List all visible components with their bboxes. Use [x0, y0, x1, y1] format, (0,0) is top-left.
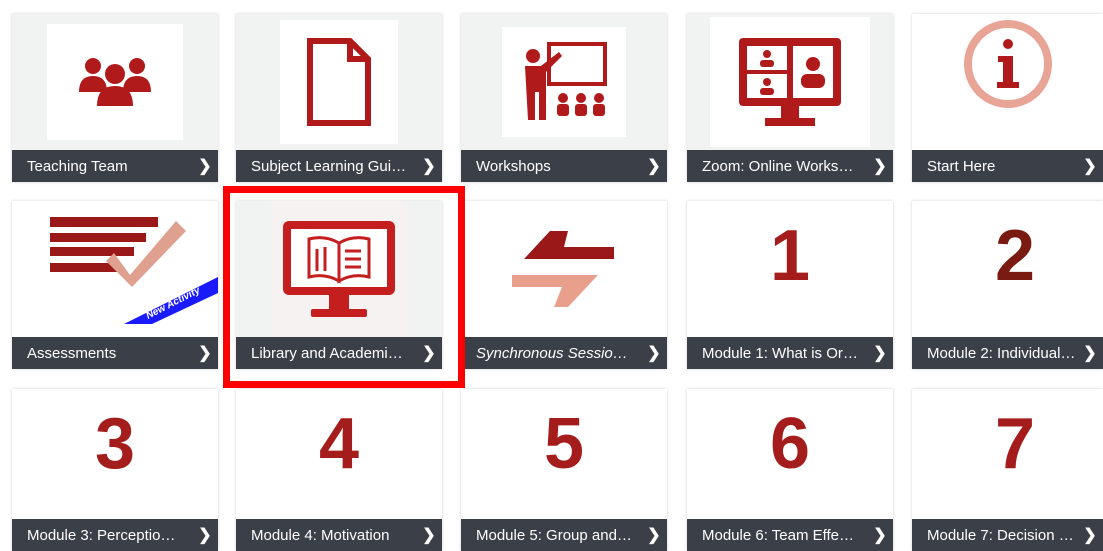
tile-image: 4 [236, 389, 442, 499]
tile-bar[interactable]: Module 5: Group and… ❯ [461, 519, 667, 551]
info-icon [912, 16, 1103, 112]
tile-label: Module 3: Perceptio… [27, 526, 176, 544]
tile-image [687, 14, 893, 150]
presentation-icon [502, 27, 626, 137]
module-number: 3 [94, 404, 136, 484]
tile-synchronous-sessions[interactable]: Synchronous Sessio… ❯ [461, 201, 667, 369]
tile-bar[interactable]: Subject Learning Gui… ❯ [236, 150, 442, 182]
module-number: 1 [769, 216, 811, 296]
tile-label: Module 6: Team Effe… [702, 526, 855, 544]
video-call-icon [710, 17, 870, 147]
tile-module-6[interactable]: 6 Module 6: Team Effe… ❯ [687, 389, 893, 551]
chevron-right-icon: ❯ [873, 527, 887, 544]
module-number: 7 [994, 404, 1036, 484]
tile-bar[interactable]: Teaching Team ❯ [12, 150, 218, 182]
tile-image: 1 [687, 201, 893, 311]
tile-label: Module 7: Decision … [927, 526, 1074, 544]
tile-module-2[interactable]: 2 Module 2: Individual … ❯ [912, 201, 1103, 369]
tile-label: Subject Learning Gui… [251, 157, 407, 175]
tile-start-here[interactable]: Start Here ❯ [912, 14, 1103, 182]
tile-label: Library and Academi… [251, 344, 403, 362]
tile-label: Module 2: Individual … [927, 344, 1077, 362]
tile-label: Assessments [27, 344, 117, 362]
chevron-right-icon: ❯ [873, 345, 887, 362]
chevron-right-icon: ❯ [647, 527, 661, 544]
tile-bar[interactable]: Module 1: What is Or… ❯ [687, 337, 893, 369]
tile-label: Module 1: What is Or… [702, 344, 858, 362]
tile-image [236, 14, 442, 150]
tile-image [461, 201, 667, 337]
tile-bar[interactable]: Module 4: Motivation ❯ [236, 519, 442, 551]
tile-module-5[interactable]: 5 Module 5: Group and… ❯ [461, 389, 667, 551]
tile-image [461, 14, 667, 150]
chevron-right-icon: ❯ [1083, 345, 1097, 362]
tile-workshops[interactable]: Workshops ❯ [461, 14, 667, 182]
chevron-right-icon: ❯ [1083, 158, 1097, 175]
tile-bar[interactable]: Assessments ❯ [12, 337, 218, 369]
new-activity-badge: New Activity [124, 277, 218, 324]
tile-library-and-academic[interactable]: Library and Academi… ❯ [236, 201, 442, 369]
tile-image: New Activity [12, 201, 218, 337]
chevron-right-icon: ❯ [422, 345, 436, 362]
teaching-team-icon [47, 24, 183, 140]
tile-module-4[interactable]: 4 Module 4: Motivation ❯ [236, 389, 442, 551]
tile-image [12, 14, 218, 150]
chevron-right-icon: ❯ [422, 158, 436, 175]
tile-bar[interactable]: Module 7: Decision … ❯ [912, 519, 1103, 551]
document-icon [280, 20, 398, 144]
chevron-right-icon: ❯ [647, 158, 661, 175]
chevron-right-icon: ❯ [198, 527, 212, 544]
tile-subject-learning-guide[interactable]: Subject Learning Gui… ❯ [236, 14, 442, 182]
library-monitor-icon [271, 201, 407, 337]
module-number: 4 [318, 404, 360, 484]
tile-assessments[interactable]: New Activity Assessments ❯ [12, 201, 218, 369]
chevron-right-icon: ❯ [422, 527, 436, 544]
tile-image: 2 [912, 201, 1103, 311]
chevron-right-icon: ❯ [1083, 527, 1097, 544]
exchange-arrows-icon [512, 231, 614, 307]
tile-bar[interactable]: Module 3: Perceptio… ❯ [12, 519, 218, 551]
chevron-right-icon: ❯ [198, 345, 212, 362]
assessment-checklist-icon: New Activity [50, 217, 218, 324]
tile-label: Module 5: Group and… [476, 526, 632, 544]
tile-image [912, 14, 1103, 152]
chevron-right-icon: ❯ [647, 345, 661, 362]
tile-image: 7 [912, 389, 1103, 499]
tile-image: 3 [12, 389, 218, 499]
tile-label: Zoom: Online Works… [702, 157, 854, 175]
tile-module-7[interactable]: 7 Module 7: Decision … ❯ [912, 389, 1103, 551]
tile-teaching-team[interactable]: Teaching Team ❯ [12, 14, 218, 182]
tile-image: 6 [687, 389, 893, 499]
tile-module-3[interactable]: 3 Module 3: Perceptio… ❯ [12, 389, 218, 551]
module-number: 5 [543, 404, 585, 484]
tile-bar[interactable]: Start Here ❯ [912, 150, 1103, 182]
tile-module-1[interactable]: 1 Module 1: What is Or… ❯ [687, 201, 893, 369]
tile-bar[interactable]: Workshops ❯ [461, 150, 667, 182]
tile-label: Synchronous Sessio… [476, 344, 628, 362]
tile-bar[interactable]: Synchronous Sessio… ❯ [461, 337, 667, 369]
tile-label: Module 4: Motivation [251, 526, 390, 544]
module-number: 2 [994, 216, 1036, 296]
tile-image [236, 201, 442, 337]
tile-bar[interactable]: Module 6: Team Effe… ❯ [687, 519, 893, 551]
tile-bar[interactable]: Library and Academi… ❯ [236, 337, 442, 369]
tile-label: Teaching Team [27, 157, 128, 175]
chevron-right-icon: ❯ [873, 158, 887, 175]
tile-image: 5 [461, 389, 667, 499]
tile-label: Start Here [927, 157, 996, 175]
tile-bar[interactable]: Module 2: Individual … ❯ [912, 337, 1103, 369]
tile-bar[interactable]: Zoom: Online Works… ❯ [687, 150, 893, 182]
chevron-right-icon: ❯ [198, 158, 212, 175]
tile-zoom-online-workshops[interactable]: Zoom: Online Works… ❯ [687, 14, 893, 182]
module-number: 6 [769, 404, 811, 484]
tile-label: Workshops [476, 157, 551, 175]
